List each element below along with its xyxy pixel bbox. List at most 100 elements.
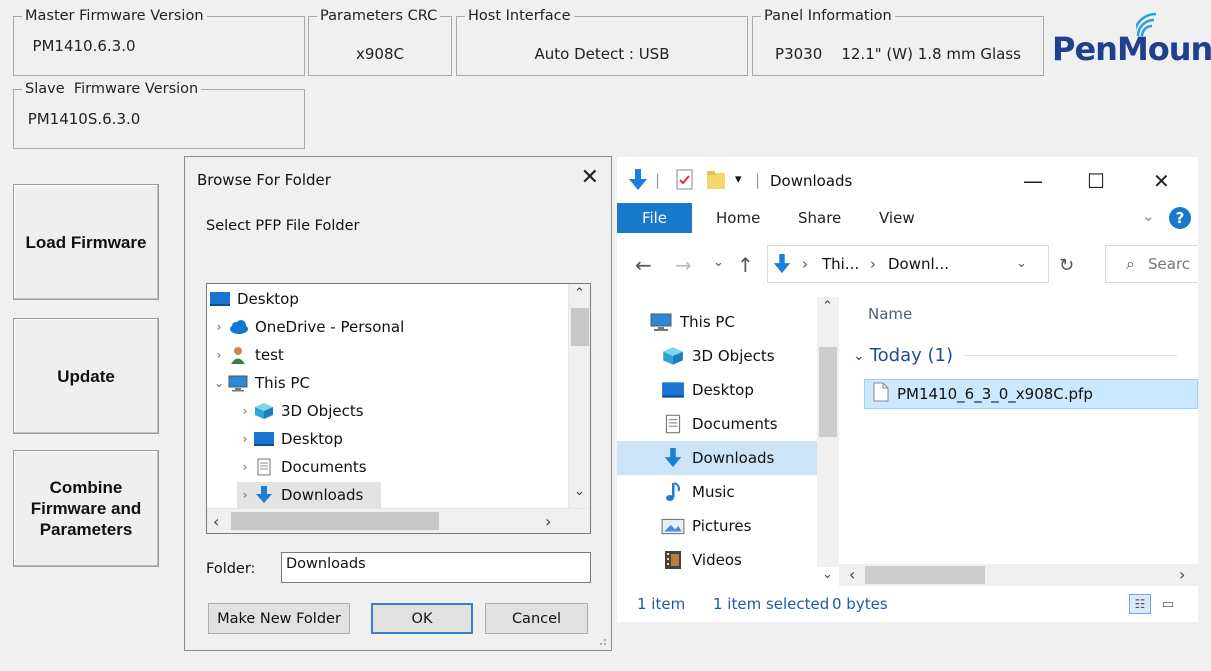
scroll-left-icon[interactable]: ‹: [213, 512, 219, 531]
chevron-right-icon[interactable]: ›: [237, 488, 253, 502]
nav-item-desktop[interactable]: Desktop: [617, 373, 817, 407]
folder-tree[interactable]: Desktop › OneDrive - Personal › test ⌄ T…: [206, 283, 591, 534]
panel-information-title: Panel Information: [761, 8, 895, 24]
column-header-name[interactable]: Name: [868, 305, 912, 323]
forward-icon[interactable]: →: [675, 253, 692, 277]
status-item-count: 1 item: [637, 595, 686, 613]
ok-button[interactable]: OK: [371, 603, 473, 634]
window-title: Downloads: [770, 172, 853, 190]
tree-item-documents[interactable]: › Documents: [237, 454, 367, 480]
address-dropdown-icon[interactable]: ⌄: [1016, 256, 1027, 271]
tree-item-label: OneDrive - Personal: [255, 318, 405, 336]
tree-item-desktop[interactable]: › Desktop: [237, 426, 343, 452]
folder-input[interactable]: Downloads: [281, 552, 591, 583]
details-view-icon[interactable]: ☷: [1129, 594, 1151, 614]
tab-share[interactable]: Share: [798, 209, 841, 227]
scroll-right-icon[interactable]: ›: [545, 512, 551, 531]
make-new-folder-button[interactable]: Make New Folder: [208, 603, 350, 634]
scroll-right-icon[interactable]: ›: [1179, 565, 1185, 584]
scroll-down-icon[interactable]: ⌄: [822, 567, 833, 582]
computer-icon: [227, 374, 249, 392]
nav-item-downloads[interactable]: Downloads: [617, 441, 817, 475]
content-horizontal-scrollbar[interactable]: ‹ ›: [839, 564, 1198, 586]
minimize-icon[interactable]: —: [1023, 169, 1043, 193]
host-interface-group: Host Interface Auto Detect : USB: [456, 8, 748, 76]
scroll-up-icon[interactable]: ⌃: [822, 299, 833, 314]
scroll-up-icon[interactable]: ⌃: [574, 286, 585, 301]
scroll-thumb[interactable]: [819, 347, 837, 437]
search-icon: ⌕: [1126, 254, 1135, 273]
dialog-description: Select PFP File Folder: [206, 218, 360, 234]
nav-item-label: Videos: [692, 551, 742, 569]
chevron-down-icon[interactable]: ⌄: [853, 348, 865, 364]
group-header-today[interactable]: ⌄ Today (1): [853, 345, 1178, 366]
close-icon[interactable]: ✕: [1153, 169, 1170, 193]
tree-item-downloads[interactable]: › Downloads: [237, 482, 381, 508]
load-firmware-button[interactable]: Load Firmware: [13, 184, 159, 300]
tree-item-3d-objects[interactable]: › 3D Objects: [237, 398, 364, 424]
nav-item-3d-objects[interactable]: 3D Objects: [617, 339, 817, 373]
tab-home[interactable]: Home: [716, 209, 760, 227]
properties-icon[interactable]: [675, 169, 695, 191]
update-button[interactable]: Update: [13, 318, 159, 434]
maximize-icon[interactable]: ☐: [1087, 169, 1105, 193]
nav-item-videos[interactable]: Videos: [617, 543, 817, 577]
scroll-thumb[interactable]: [865, 566, 985, 584]
scroll-thumb[interactable]: [571, 308, 589, 346]
file-icon: [873, 382, 889, 406]
quick-access-dropdown-icon[interactable]: ▾: [735, 172, 742, 187]
resize-grip-icon[interactable]: [597, 636, 607, 646]
tree-item-desktop-root[interactable]: Desktop: [207, 286, 299, 312]
scroll-down-icon[interactable]: ⌄: [574, 484, 585, 499]
chevron-right-icon[interactable]: ›: [237, 432, 253, 446]
user-icon: [227, 346, 249, 364]
slave-firmware-title: Slave Firmware Version: [22, 81, 202, 97]
large-icons-view-icon[interactable]: ▭: [1157, 594, 1179, 614]
nav-item-this-pc[interactable]: This PC: [617, 305, 817, 339]
combine-firmware-parameters-button[interactable]: Combine Firmware and Parameters: [13, 450, 159, 567]
tab-file[interactable]: File: [617, 203, 692, 233]
nav-item-label: Music: [692, 483, 735, 501]
help-icon[interactable]: ?: [1169, 207, 1191, 229]
nav-item-music[interactable]: Music: [617, 475, 817, 509]
breadcrumb-downloads[interactable]: Downl...: [888, 255, 949, 273]
scroll-left-icon[interactable]: ‹: [849, 565, 855, 584]
status-size: 0 bytes: [832, 595, 888, 613]
new-folder-icon[interactable]: [706, 169, 726, 191]
recent-locations-icon[interactable]: ⌄: [713, 255, 724, 270]
file-row-pfp[interactable]: PM1410_6_3_0_x908C.pfp: [864, 379, 1198, 409]
chevron-down-icon[interactable]: ⌄: [211, 376, 227, 390]
search-box[interactable]: ⌕ Searc: [1105, 245, 1198, 283]
chevron-right-icon[interactable]: ›: [237, 460, 253, 474]
desktop-icon: [661, 380, 685, 400]
tree-item-label: Desktop: [237, 290, 299, 308]
breadcrumb-this-pc[interactable]: Thi...: [822, 255, 859, 273]
ribbon-expand-icon[interactable]: ⌄: [1142, 207, 1155, 225]
tree-item-this-pc[interactable]: ⌄ This PC: [211, 370, 310, 396]
slave-firmware-value: PM1410S.6.3.0: [27, 110, 141, 128]
tree-horizontal-scrollbar[interactable]: ‹ ›: [207, 508, 590, 533]
tree-item-onedrive[interactable]: › OneDrive - Personal: [211, 314, 405, 340]
nav-item-label: 3D Objects: [692, 347, 775, 365]
cube-icon: [661, 346, 685, 366]
chevron-right-icon[interactable]: ›: [211, 320, 227, 334]
nav-item-label: Documents: [692, 415, 778, 433]
tab-view[interactable]: View: [879, 209, 915, 227]
chevron-right-icon[interactable]: ›: [211, 348, 227, 362]
tree-vertical-scrollbar[interactable]: ⌃ ⌄: [568, 284, 590, 508]
nav-item-documents[interactable]: Documents: [617, 407, 817, 441]
desktop-icon: [253, 430, 275, 448]
nav-item-pictures[interactable]: Pictures: [617, 509, 817, 543]
close-icon[interactable]: ✕: [581, 165, 599, 190]
chevron-right-icon[interactable]: ›: [237, 404, 253, 418]
refresh-icon[interactable]: ↻: [1059, 255, 1074, 276]
address-bar[interactable]: › Thi... › Downl... ⌄: [767, 245, 1049, 283]
cancel-button[interactable]: Cancel: [485, 603, 588, 634]
scroll-thumb[interactable]: [231, 512, 439, 530]
back-icon[interactable]: ←: [635, 253, 652, 277]
up-icon[interactable]: ↑: [737, 253, 754, 277]
nav-pane-scrollbar[interactable]: ⌃ ⌄: [817, 297, 839, 582]
cube-icon: [253, 402, 275, 420]
tree-item-test[interactable]: › test: [211, 342, 284, 368]
toolbar-divider: |: [755, 171, 761, 189]
